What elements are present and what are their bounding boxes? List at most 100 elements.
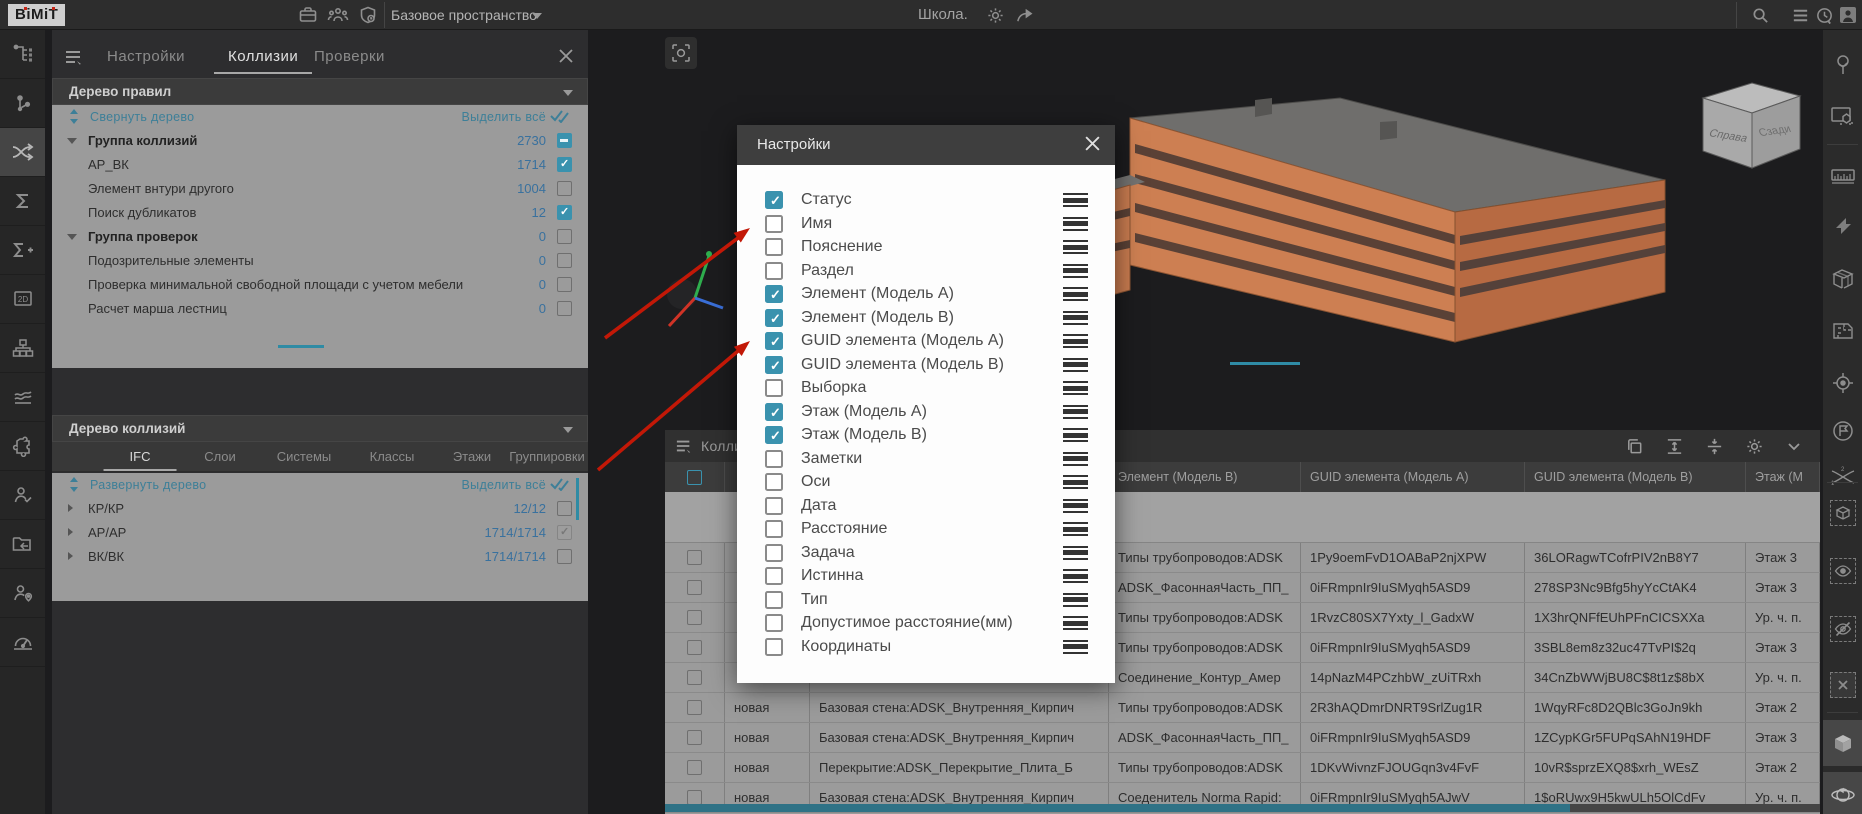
settings-column-row[interactable]: GUID элемента (Модель A) xyxy=(737,330,1115,354)
settings-column-row[interactable]: Раздел xyxy=(737,260,1115,284)
view-cube[interactable]: Справа Сзади xyxy=(1695,75,1810,175)
drag-handle-icon[interactable] xyxy=(1063,546,1088,560)
settings-column-row[interactable]: Задача xyxy=(737,542,1115,566)
settings-column-row[interactable]: Расстояние xyxy=(737,518,1115,542)
rules-tree-row[interactable]: Подозрительные элементы0 xyxy=(52,249,588,273)
row-checkbox-cell[interactable] xyxy=(665,603,725,632)
row-checkbox[interactable] xyxy=(687,790,702,805)
expand-tree-icon[interactable] xyxy=(70,477,79,492)
row-checkbox-cell[interactable] xyxy=(665,573,725,602)
column-checkbox[interactable] xyxy=(765,332,783,350)
drag-handle-icon[interactable] xyxy=(1063,522,1088,536)
settings-column-row[interactable]: Элемент (Модель A) xyxy=(737,283,1115,307)
collisions-tree-header[interactable]: Дерево коллизий xyxy=(52,415,588,442)
collisions-tree-vscrollbar[interactable] xyxy=(576,478,579,520)
column-header[interactable]: GUID элемента (Модель B) xyxy=(1525,462,1746,492)
drag-handle-icon[interactable] xyxy=(1063,428,1088,442)
rules-tree-row[interactable]: Элемент внтури другого1004 xyxy=(52,177,588,201)
plan-icon[interactable] xyxy=(1823,308,1862,354)
column-checkbox[interactable] xyxy=(765,379,783,397)
tab-IFC[interactable]: IFC xyxy=(130,449,151,464)
settings-column-row[interactable]: Этаж (Модель B) xyxy=(737,424,1115,448)
column-header[interactable]: Элемент (Модель B) xyxy=(1109,462,1301,492)
dashed-cube-icon[interactable] xyxy=(1823,490,1862,536)
drag-handle-icon[interactable] xyxy=(1063,593,1088,607)
drag-handle-icon[interactable] xyxy=(1063,287,1088,301)
collapse-tree-link[interactable]: Свернуть дерево xyxy=(90,110,194,124)
column-checkbox[interactable] xyxy=(765,614,783,632)
settings-column-row[interactable]: Заметки xyxy=(737,448,1115,472)
drag-handle-icon[interactable] xyxy=(1063,217,1088,231)
column-checkbox[interactable] xyxy=(765,262,783,280)
row-checkbox-cell[interactable] xyxy=(665,723,725,752)
rule-checkbox[interactable] xyxy=(557,301,572,316)
shield-icon[interactable] xyxy=(356,3,380,27)
drag-handle-icon[interactable] xyxy=(1063,311,1088,325)
drag-handle-icon[interactable] xyxy=(1063,334,1088,348)
drag-handle-icon[interactable] xyxy=(1063,405,1088,419)
settings-column-row[interactable]: Координаты xyxy=(737,636,1115,660)
collapse-tree-icon[interactable] xyxy=(70,109,79,124)
row-checkbox[interactable] xyxy=(687,640,702,655)
hide-eye-icon[interactable] xyxy=(1823,606,1862,652)
structure-tree-icon[interactable] xyxy=(0,30,45,79)
scheme-icon[interactable] xyxy=(0,324,45,373)
copy-icon[interactable] xyxy=(1622,434,1646,458)
settings-column-row[interactable]: Тип xyxy=(737,589,1115,613)
row-checkbox[interactable] xyxy=(687,610,702,625)
column-checkbox[interactable] xyxy=(765,426,783,444)
column-checkbox[interactable] xyxy=(765,520,783,538)
settings-column-row[interactable]: Допустимое расстояние(мм) xyxy=(737,612,1115,636)
puzzle-icon[interactable] xyxy=(0,422,45,471)
rule-checkbox[interactable] xyxy=(557,205,572,220)
user-icon[interactable] xyxy=(1836,3,1860,27)
rule-checkbox[interactable] xyxy=(557,229,572,244)
collisions-tree-collapse-icon[interactable] xyxy=(563,427,573,433)
column-checkbox[interactable] xyxy=(765,403,783,421)
row-checkbox[interactable] xyxy=(687,670,702,685)
folder-export-icon[interactable] xyxy=(0,520,45,569)
column-checkbox[interactable] xyxy=(765,497,783,515)
drag-handle-icon[interactable] xyxy=(1063,452,1088,466)
column-checkbox[interactable] xyxy=(765,473,783,491)
row-checkbox[interactable] xyxy=(687,760,702,775)
rules-tree-row[interactable]: Проверка минимальной свободной площади с… xyxy=(52,273,588,297)
tab-Классы[interactable]: Классы xyxy=(370,449,415,464)
sigma-plus-icon[interactable] xyxy=(0,226,45,275)
settings-column-row[interactable]: Истинна xyxy=(737,565,1115,589)
row-checkbox[interactable] xyxy=(687,700,702,715)
table-row[interactable]: новаяБазовая стена:ADSK_Внутренняя_Кирпи… xyxy=(665,693,1820,723)
rules-tree-row[interactable]: Поиск дубликатов12 xyxy=(52,201,588,225)
row-checkbox[interactable] xyxy=(687,580,702,595)
column-checkbox[interactable] xyxy=(765,191,783,209)
rule-checkbox[interactable] xyxy=(557,133,572,148)
column-checkbox[interactable] xyxy=(765,544,783,562)
region-select-icon[interactable] xyxy=(1823,94,1862,140)
workspace-caret-icon[interactable] xyxy=(532,13,542,19)
expander-icon[interactable] xyxy=(68,552,73,560)
drag-handle-icon[interactable] xyxy=(1063,475,1088,489)
orbit-icon[interactable] xyxy=(1823,772,1862,814)
drag-handle-icon[interactable] xyxy=(1063,240,1088,254)
settings-column-row[interactable]: Дата xyxy=(737,495,1115,519)
row-checkbox-cell[interactable] xyxy=(665,753,725,782)
rules-tree-row[interactable]: Группа коллизий2730 xyxy=(52,129,588,153)
drag-handle-icon[interactable] xyxy=(1063,640,1088,654)
expander-icon[interactable] xyxy=(67,234,77,240)
table-menu-icon[interactable] xyxy=(675,438,693,454)
collision-tree-row[interactable]: АР/АР1714/1714 xyxy=(52,521,588,545)
selection-frame-icon[interactable] xyxy=(665,37,697,69)
collision-tree-row[interactable]: КР/КР12/12 xyxy=(52,497,588,521)
tab-Системы[interactable]: Системы xyxy=(277,449,331,464)
connector-icon[interactable] xyxy=(0,79,45,128)
settings-column-row[interactable]: Имя xyxy=(737,213,1115,237)
panel-close-icon[interactable] xyxy=(558,48,574,64)
collision-checkbox[interactable] xyxy=(557,549,572,564)
table-row[interactable]: новаяБазовая стена:ADSK_Внутренняя_Кирпи… xyxy=(665,723,1820,753)
column-checkbox[interactable] xyxy=(765,450,783,468)
row-checkbox-cell[interactable] xyxy=(665,492,725,542)
tab-Группировки[interactable]: Группировки xyxy=(509,449,585,464)
settings-column-row[interactable]: Статус xyxy=(737,189,1115,213)
flag-icon[interactable] xyxy=(1823,408,1862,454)
row-checkbox-cell[interactable] xyxy=(665,543,725,572)
